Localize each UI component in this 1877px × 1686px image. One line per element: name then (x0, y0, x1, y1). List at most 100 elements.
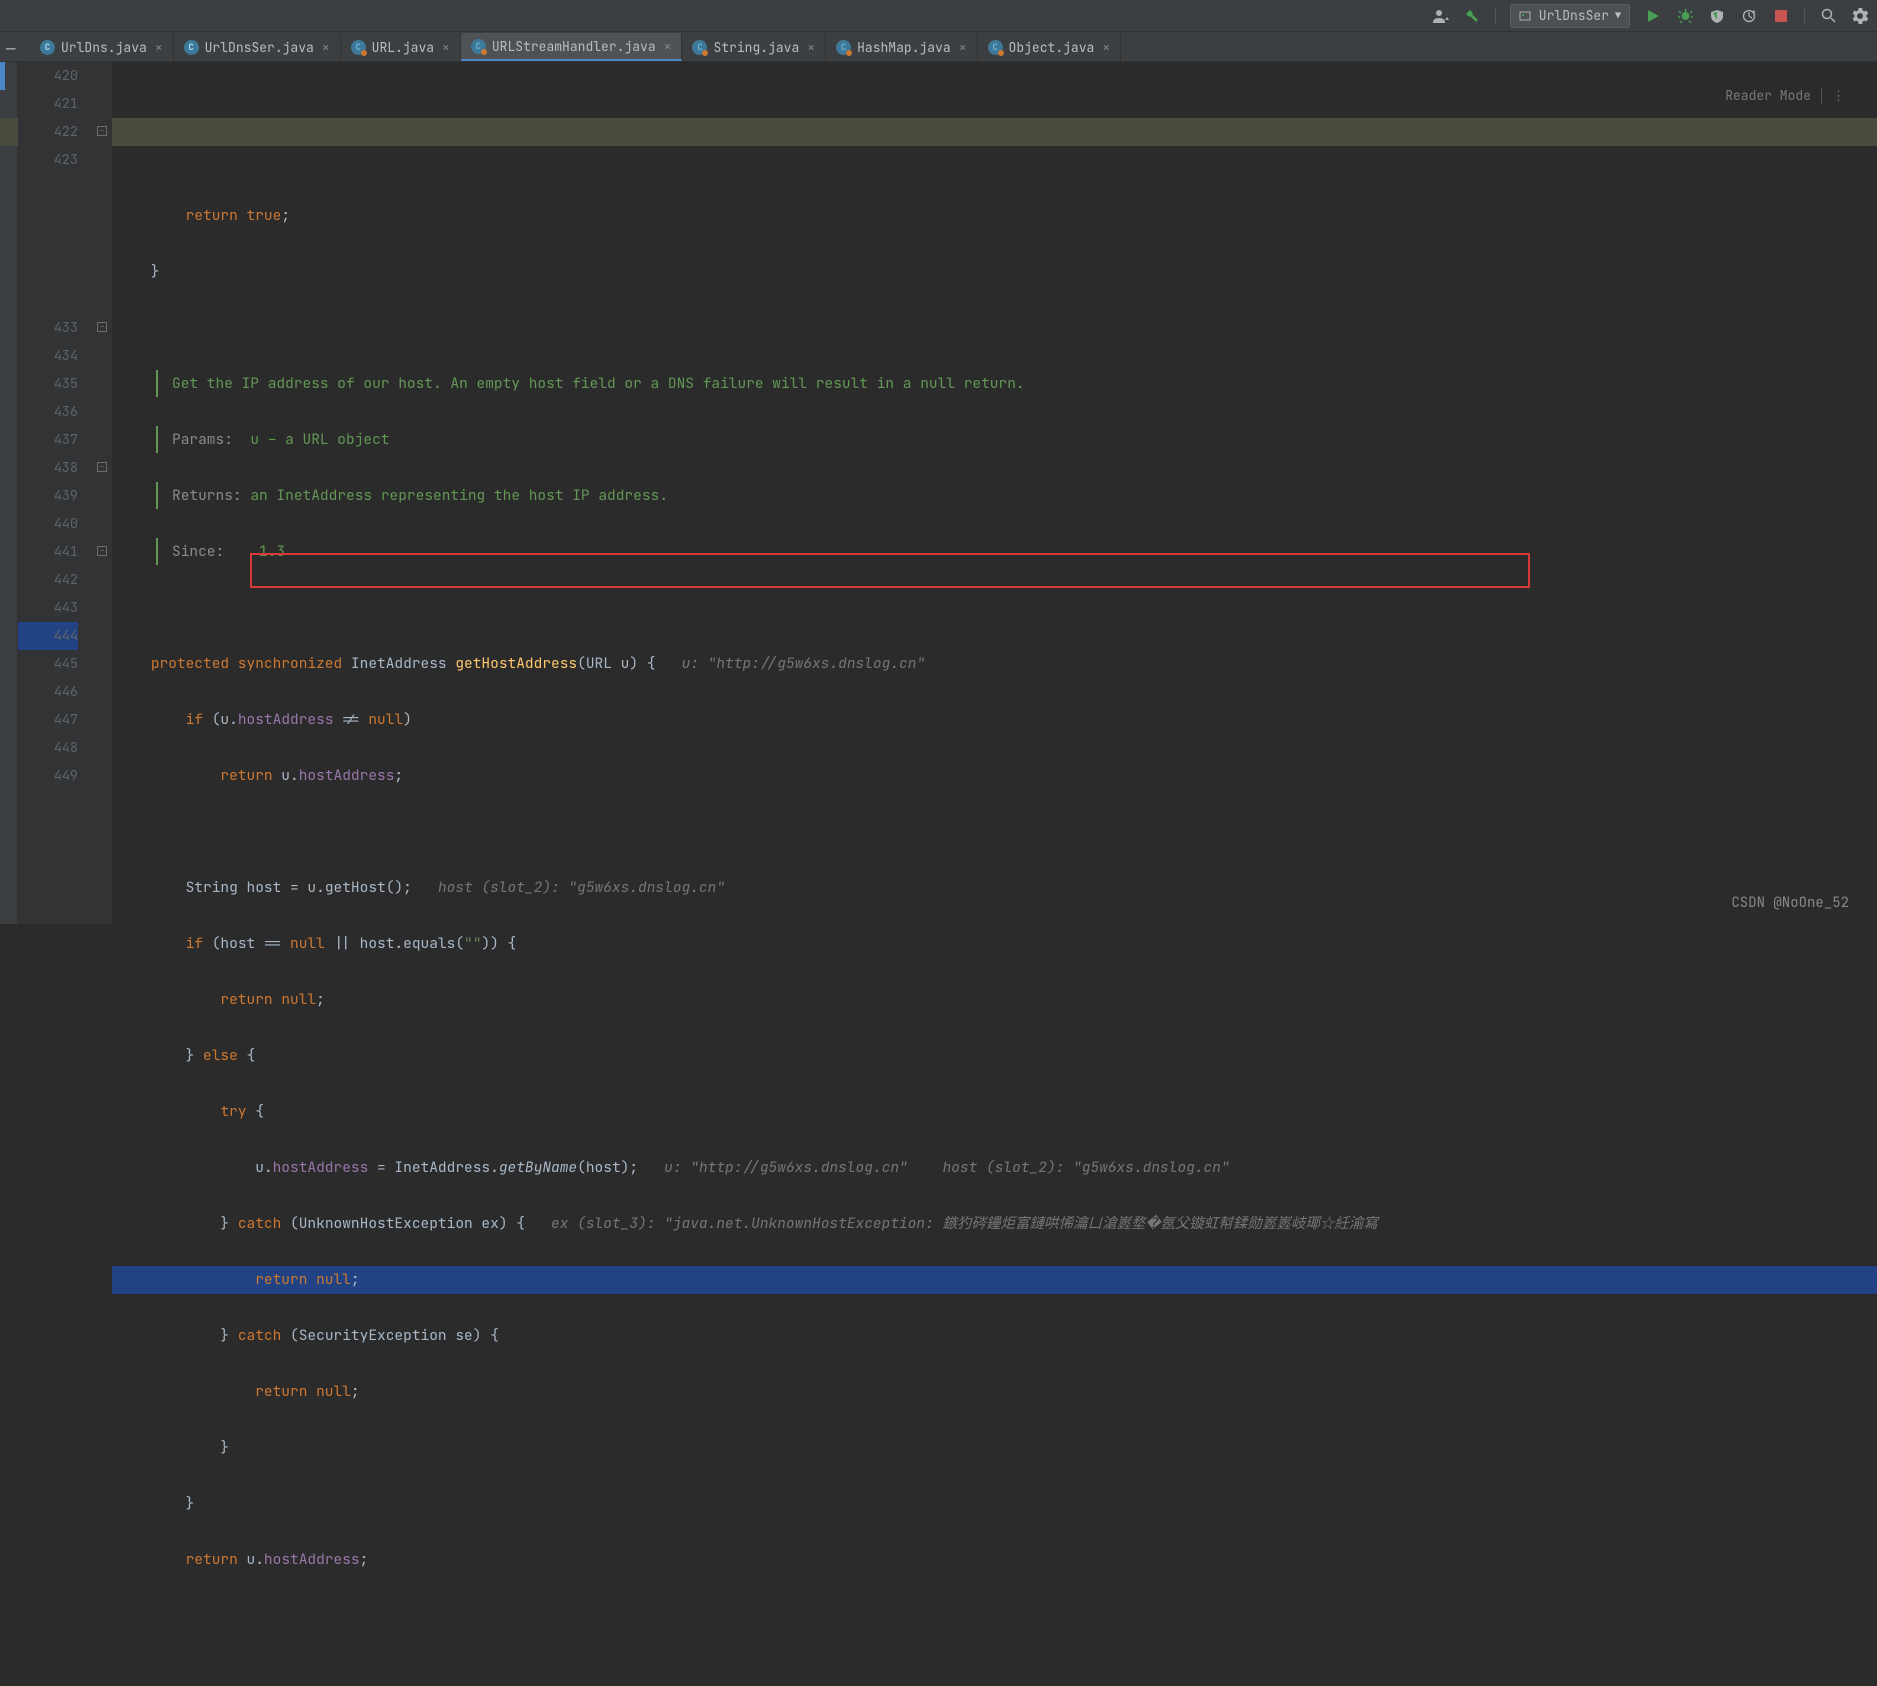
param: u (621, 654, 630, 673)
close-icon[interactable]: × (1102, 39, 1110, 56)
tab-file[interactable]: CUrlDnsSer.java× (174, 33, 341, 61)
type: UnknownHostException (299, 1214, 473, 1233)
line-number: 442 (18, 566, 78, 594)
kw: null (281, 990, 316, 1009)
java-class-icon: C (988, 40, 1003, 55)
doc-code: InetAddress (276, 486, 372, 505)
line-number (18, 286, 78, 314)
kw: catch (238, 1214, 282, 1233)
close-icon[interactable]: × (959, 39, 967, 56)
kw: return (220, 990, 272, 1009)
kw: try (220, 1102, 246, 1121)
close-icon[interactable]: × (322, 39, 330, 56)
gear-icon[interactable] (1851, 7, 1869, 25)
line-number: 445 (18, 650, 78, 678)
stop-icon[interactable] (1772, 7, 1790, 25)
kw: return (220, 766, 272, 785)
tab-file[interactable]: CHashMap.java× (826, 33, 977, 61)
kw: return (255, 1270, 307, 1289)
call: equals (403, 934, 455, 953)
fold-icon[interactable]: – (97, 126, 107, 136)
kw: protected synchronized (151, 654, 342, 673)
tab-file[interactable]: C URLStreamHandler.java × (461, 33, 683, 61)
fold-icon[interactable]: – (97, 322, 107, 332)
tab-label: URLStreamHandler.java (492, 38, 656, 55)
kw: null (290, 934, 325, 953)
line-number: 433 (18, 314, 78, 342)
code-editor[interactable]: 420 421 422 423 433 434 435 436 437 438 … (0, 62, 1877, 924)
tab-file[interactable]: C URL.java × (341, 33, 461, 61)
line-number: 439 (18, 482, 78, 510)
reader-mode-toggle[interactable]: Reader Mode ⋮ (1725, 82, 1847, 110)
line-number: 440 (18, 510, 78, 538)
toolbar-divider (1804, 8, 1805, 24)
close-icon[interactable]: × (664, 38, 672, 55)
tab-label: UrlDnsSer.java (205, 39, 314, 56)
doc-label: Since: (172, 542, 224, 561)
run-config-selector[interactable]: UrlDnsSer ▼ (1510, 4, 1630, 28)
kw: null (316, 1270, 351, 1289)
field: hostAddress (299, 766, 395, 785)
doc-label: Params: (172, 430, 233, 449)
main-toolbar: UrlDnsSer ▼ (0, 0, 1877, 32)
reader-mode-label: Reader Mode (1725, 82, 1811, 110)
hammer-icon[interactable] (1463, 7, 1481, 25)
kw: else (203, 1046, 238, 1065)
coverage-icon[interactable] (1708, 7, 1726, 25)
user-icon[interactable] (1431, 7, 1449, 25)
inline-hint: host (slot_2): "g5w6xs.dnslog.cn" (943, 1158, 1230, 1177)
type: String (186, 878, 238, 897)
line-number: 446 (18, 678, 78, 706)
tab-label: UrlDns.java (61, 39, 147, 56)
line-number: 434 (18, 342, 78, 370)
code-area[interactable]: Reader Mode ⋮ return true; } Get the IP … (112, 62, 1877, 924)
java-class-icon: C (471, 39, 486, 54)
line-number (18, 174, 78, 202)
kw: catch (238, 1326, 282, 1345)
close-icon[interactable]: × (442, 39, 450, 56)
line-number: 449 (18, 762, 78, 790)
doc-text: an (250, 486, 276, 505)
vcs-marker (0, 62, 5, 90)
toolbar-divider (1495, 8, 1496, 24)
tab-file[interactable]: CString.java× (682, 33, 826, 61)
kw: return (255, 1382, 307, 1401)
close-icon[interactable]: × (807, 39, 815, 56)
run-config-label: UrlDnsSer (1539, 7, 1609, 24)
method-call: getByName (499, 1158, 577, 1177)
type: InetAddress (394, 1158, 490, 1177)
line-number (18, 230, 78, 258)
fold-icon[interactable]: – (97, 546, 107, 556)
search-icon[interactable] (1819, 7, 1837, 25)
fold-icon[interactable]: – (97, 462, 107, 472)
field: hostAddress (273, 1158, 369, 1177)
expand-sidebar-icon[interactable]: — (6, 38, 16, 59)
field: hostAddress (264, 1550, 360, 1569)
debug-icon[interactable] (1676, 7, 1694, 25)
run-icon[interactable] (1644, 7, 1662, 25)
doc-params: u – a URL object (250, 430, 389, 449)
more-icon[interactable]: ⋮ (1832, 82, 1847, 110)
var: host (247, 878, 282, 897)
kw: null (316, 1382, 351, 1401)
kw: if (186, 934, 203, 953)
line-number: 420 (18, 62, 78, 90)
tab-file[interactable]: CObject.java× (978, 33, 1122, 61)
profiler-icon[interactable] (1740, 7, 1758, 25)
divider (1821, 88, 1822, 104)
doc-label: Returns: (172, 486, 242, 505)
doc-summary: Get the IP address of our host. An empty… (172, 374, 1025, 393)
line-number: 448 (18, 734, 78, 762)
var: se (455, 1326, 472, 1345)
tab-label: URL.java (372, 39, 434, 56)
tab-label: HashMap.java (857, 39, 951, 56)
call: getHost (325, 878, 386, 897)
doc-since: 1.3 (259, 542, 285, 561)
inline-hint: ex (slot_3): "java.net.UnknownHostExcept… (551, 1214, 1378, 1233)
close-icon[interactable]: × (155, 39, 163, 56)
java-class-icon: C (351, 40, 366, 55)
tab-file[interactable]: CUrlDns.java× (30, 33, 174, 61)
string: "" (464, 934, 481, 953)
line-gutter: 420 421 422 423 433 434 435 436 437 438 … (18, 62, 96, 924)
line-number: 444 (18, 622, 78, 650)
